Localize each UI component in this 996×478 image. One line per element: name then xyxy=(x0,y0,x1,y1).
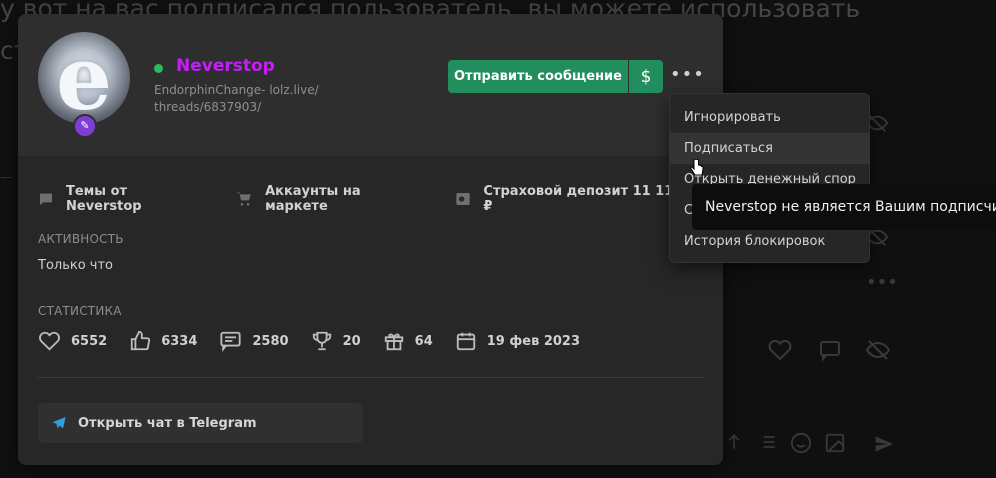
stat-trophies: 20 xyxy=(311,330,361,352)
online-status-dot xyxy=(154,64,163,73)
stat-date-value: 19 фев 2023 xyxy=(486,333,581,349)
menu-item-subscribe[interactable]: Подписаться xyxy=(670,133,869,164)
deposit-link-label: Страховой депозит 11 111 ₽ xyxy=(483,184,683,214)
divider xyxy=(38,377,704,378)
market-link-label: Аккаунты на маркете xyxy=(265,184,361,214)
calendar-icon xyxy=(455,330,477,352)
menu-item-ban-history[interactable]: История блокировок xyxy=(670,226,869,257)
stat-trophies-value: 20 xyxy=(342,333,361,349)
activity-value: Только что xyxy=(38,258,114,273)
heart-icon xyxy=(38,330,61,352)
stat-likes: 6552 xyxy=(38,330,107,352)
deposit-link[interactable]: Страховой депозит 11 111 ₽ xyxy=(455,184,693,214)
trophy-icon xyxy=(311,330,333,352)
market-link[interactable]: Аккаунты на маркете xyxy=(235,184,425,214)
username-link[interactable]: Neverstop xyxy=(176,56,275,76)
topics-link[interactable]: Темы от Neverstop xyxy=(38,184,205,214)
stats-row: 6552 6334 2580 20 64 19 фев 2023 xyxy=(38,330,602,352)
avatar[interactable]: e xyxy=(38,32,130,124)
stat-thumbs: 6334 xyxy=(129,330,197,352)
stat-messages-value: 2580 xyxy=(252,333,289,349)
stat-likes-value: 6552 xyxy=(71,333,108,349)
send-message-button[interactable]: Отправить сообщение xyxy=(448,60,628,93)
telegram-icon xyxy=(50,415,68,431)
subscription-tooltip: Neverstop не является Вашим подписчиком xyxy=(692,184,996,230)
message-icon xyxy=(219,330,242,352)
gift-icon xyxy=(383,330,405,352)
more-options-menu: Игнорировать Подписаться Открыть денежны… xyxy=(669,93,870,263)
profile-links: Темы от Neverstop Аккаунты на маркете Ст… xyxy=(38,184,723,214)
profile-popup-card: e ✎ Neverstop EndorphinChange- lolz.live… xyxy=(18,14,723,465)
topics-link-label: Темы от Neverstop xyxy=(66,184,142,214)
stat-messages: 2580 xyxy=(219,330,289,352)
activity-title: АКТИВНОСТЬ xyxy=(38,232,124,246)
thumbs-up-icon xyxy=(129,330,151,352)
stat-thumbs-value: 6334 xyxy=(161,333,198,349)
stats-title: СТАТИСТИКА xyxy=(38,304,122,318)
open-telegram-chat-button[interactable]: Открыть чат в Telegram xyxy=(38,403,363,443)
stat-gifts: 64 xyxy=(383,330,433,352)
money-transfer-button[interactable]: $ xyxy=(629,60,663,93)
deposit-icon xyxy=(455,191,471,207)
cart-icon xyxy=(235,191,253,207)
chat-bubble-icon xyxy=(38,191,54,207)
more-options-button[interactable]: ••• xyxy=(670,64,704,88)
open-telegram-chat-label: Открыть чат в Telegram xyxy=(78,415,257,431)
avatar-logo: e xyxy=(56,32,112,124)
stat-gifts-value: 64 xyxy=(414,333,433,349)
user-badge-icon: ✎ xyxy=(73,114,97,138)
menu-item-ignore[interactable]: Игнорировать xyxy=(670,102,869,133)
user-status-text: EndorphinChange- lolz.live/ threads/6837… xyxy=(154,83,319,114)
stat-registration-date: 19 фев 2023 xyxy=(455,330,580,352)
